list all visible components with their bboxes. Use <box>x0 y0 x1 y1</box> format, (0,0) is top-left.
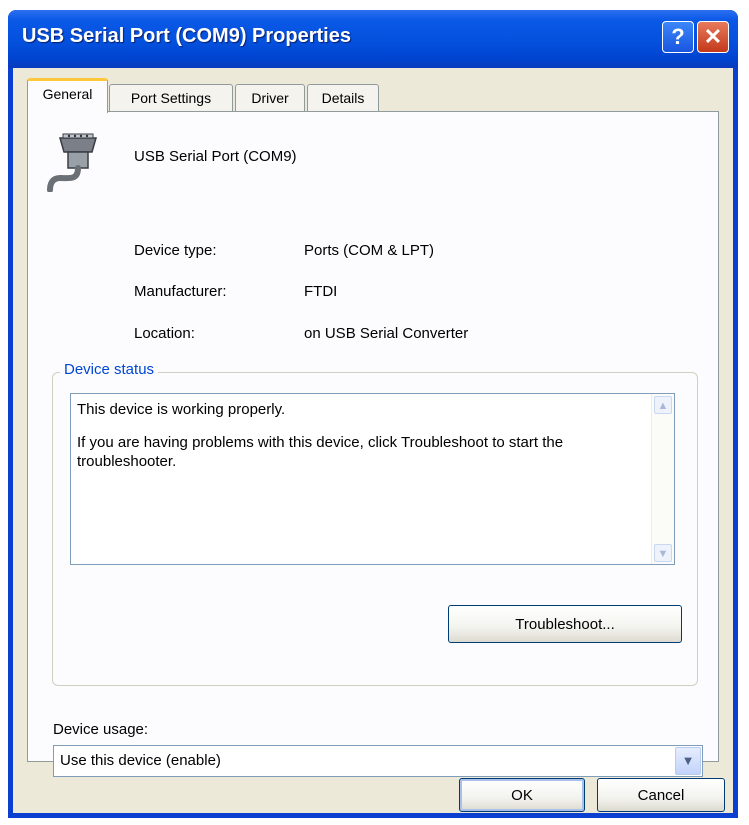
troubleshoot-button[interactable]: Troubleshoot... <box>448 605 682 643</box>
close-button[interactable]: ✕ <box>697 21 729 53</box>
location-value: on USB Serial Converter <box>304 325 469 342</box>
help-button[interactable]: ? <box>662 21 694 53</box>
device-type-value: Ports (COM & LPT) <box>304 242 435 259</box>
tab-port-settings-label: Port Settings <box>130 90 212 106</box>
serial-port-icon <box>47 133 97 192</box>
tab-details-label: Details <box>321 90 365 106</box>
properties-dialog: USB Serial Port (COM9) Properties ? ✕ Ge… <box>8 10 738 818</box>
device-status-textbox[interactable]: This device is working properly. If you … <box>70 393 675 565</box>
device-usage-label: Device usage: <box>53 721 149 738</box>
window-title: USB Serial Port (COM9) Properties <box>22 25 351 47</box>
general-tab-panel: USB Serial Port (COM9) Device type: Port… <box>27 111 719 777</box>
tab-details[interactable]: Details <box>307 84 379 112</box>
manufacturer-label: Manufacturer: <box>134 283 227 300</box>
device-name: USB Serial Port (COM9) <box>134 148 297 165</box>
tab-port-settings[interactable]: Port Settings <box>109 84 233 112</box>
title-bar[interactable]: USB Serial Port (COM9) Properties ? ✕ <box>8 10 738 68</box>
status-scrollbar[interactable]: ▲ ▼ <box>651 394 674 564</box>
ok-button[interactable]: OK <box>459 778 585 812</box>
device-status-text: This device is working properly. If you … <box>77 400 637 485</box>
status-line-working: This device is working properly. <box>77 401 286 418</box>
tab-driver[interactable]: Driver <box>235 84 305 112</box>
tab-general[interactable]: General <box>27 78 108 113</box>
chevron-down-icon[interactable]: ▼ <box>675 747 701 775</box>
dialog-client-area: General Port Settings Driver Details USB… <box>13 68 733 813</box>
scroll-up-icon[interactable]: ▲ <box>654 396 672 414</box>
device-type-label: Device type: <box>134 242 217 259</box>
device-status-legend: Device status <box>60 361 159 378</box>
device-usage-value: Use this device (enable) <box>60 752 221 769</box>
tab-driver-label: Driver <box>251 90 289 106</box>
device-usage-select[interactable]: Use this device (enable) ▼ <box>53 745 703 777</box>
tab-general-label: General <box>42 86 93 102</box>
scroll-down-icon[interactable]: ▼ <box>654 544 672 562</box>
manufacturer-value: FTDI <box>304 283 338 300</box>
location-label: Location: <box>134 325 195 342</box>
status-line-troubleshoot-hint: If you are having problems with this dev… <box>77 434 564 470</box>
cancel-button[interactable]: Cancel <box>597 778 725 812</box>
